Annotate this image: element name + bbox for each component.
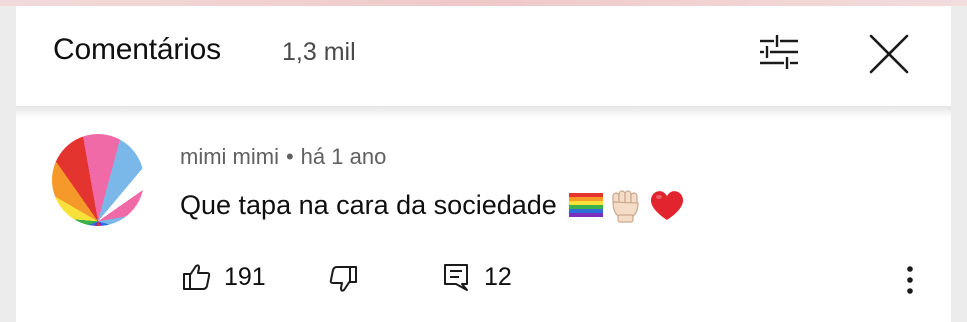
comments-title: Comentários	[53, 33, 221, 66]
rainbow-flag-emoji	[568, 193, 603, 217]
meta-separator: •	[285, 144, 294, 169]
thumbs-up-icon	[183, 264, 211, 290]
like-count: 191	[224, 262, 266, 291]
comment-meta: mimi mimi • há 1 ano	[180, 144, 386, 170]
close-icon	[869, 34, 909, 74]
comments-count: 1,3 mil	[282, 38, 356, 66]
thumbs-down-icon	[329, 266, 357, 292]
dislike-button[interactable]	[328, 264, 358, 294]
comment-emojis	[568, 187, 691, 223]
reply-button[interactable]: 12	[442, 262, 512, 292]
close-button[interactable]	[865, 30, 913, 78]
comments-header: Comentários 1,3 mil	[16, 6, 951, 106]
more-options-button[interactable]	[896, 263, 924, 299]
like-button[interactable]: 191	[182, 262, 266, 292]
avatar[interactable]	[52, 134, 144, 226]
comment-author[interactable]: mimi mimi	[180, 144, 279, 169]
comment-text: Que tapa na cara da sociedade	[180, 189, 557, 220]
red-heart-emoji	[650, 191, 683, 220]
more-vert-icon	[907, 266, 913, 294]
reply-comment-icon	[444, 264, 468, 291]
comments-sheet: Comentários 1,3 mil mimi mimi • há 1 ano…	[16, 6, 951, 322]
raised-fist-emoji	[612, 190, 639, 223]
sort-filter-button[interactable]	[754, 30, 804, 74]
sliders-icon	[760, 35, 798, 69]
comment-time: há 1 ano	[300, 144, 387, 169]
comment-body: Que tapa na cara da sociedade	[180, 187, 691, 223]
reply-count: 12	[484, 262, 512, 291]
header-divider	[16, 106, 951, 118]
